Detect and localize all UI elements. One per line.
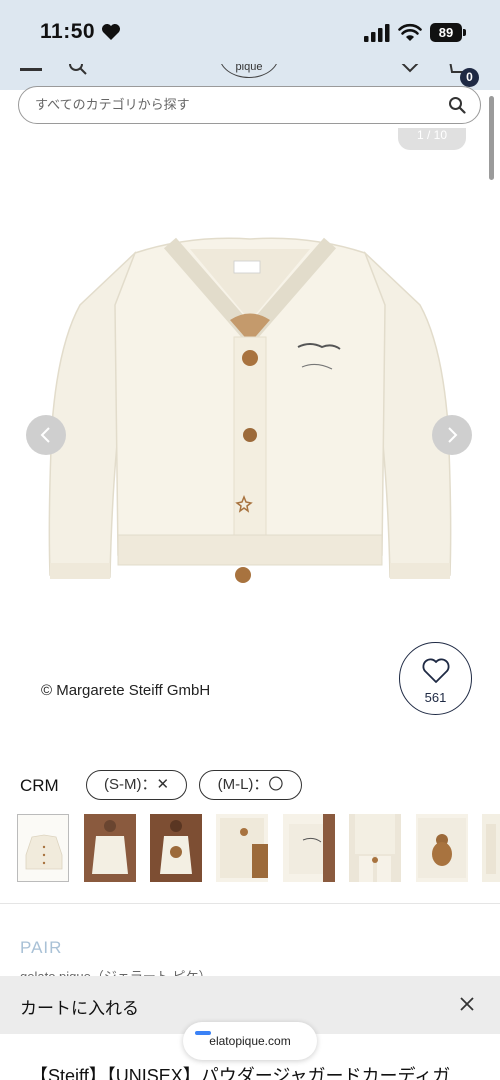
heart-icon xyxy=(422,658,450,683)
cart-count-badge: 0 xyxy=(460,68,479,87)
thumbnail-image xyxy=(84,814,136,882)
thumbnail[interactable] xyxy=(150,814,202,882)
add-to-cart-label[interactable]: カートに入れる xyxy=(20,994,139,1019)
thumbnail-image xyxy=(216,814,268,882)
thumbnail[interactable] xyxy=(283,814,335,882)
close-icon[interactable] xyxy=(459,996,475,1012)
browser-url: elatopique.com xyxy=(209,1034,291,1048)
battery-icon: 89 xyxy=(430,23,462,42)
cell-signal-icon xyxy=(364,24,390,42)
pair-heading: PAIR xyxy=(20,938,63,957)
thumbnail[interactable] xyxy=(84,814,136,882)
favorite-count: 561 xyxy=(424,690,447,705)
thumbnail[interactable] xyxy=(216,814,268,882)
chevron-left-icon xyxy=(40,427,50,443)
thumbnail-image xyxy=(416,814,468,882)
product-title: 【Steiff】【UNISEX】パウダージャガードカーディガ xyxy=(30,1066,451,1080)
battery-tip xyxy=(463,29,466,36)
section-divider xyxy=(0,903,500,904)
search-bar xyxy=(18,86,481,124)
page-scrollbar[interactable] xyxy=(489,96,494,180)
site-logo-text: pique xyxy=(235,64,263,73)
site-logo[interactable]: pique xyxy=(219,64,279,78)
copyright-text: © Margarete Steiff GmbH xyxy=(41,682,211,699)
status-bar: 11:50 89 xyxy=(0,0,500,64)
gallery-prev-button[interactable] xyxy=(26,415,66,455)
thumbnail-image xyxy=(349,814,401,882)
cardigan-illustration xyxy=(48,237,452,583)
thumbnail-image xyxy=(150,814,202,882)
heart-status-icon xyxy=(102,24,120,40)
status-time: 11:50 xyxy=(40,20,96,43)
url-loading-indicator xyxy=(195,1031,211,1035)
thumbnail[interactable] xyxy=(482,814,500,882)
size-option-m-l[interactable]: (M-L)：〇 xyxy=(199,770,302,800)
thumbnail[interactable] xyxy=(349,814,401,882)
gallery-counter: 1 / 10 xyxy=(398,128,466,150)
product-image[interactable] xyxy=(40,225,460,605)
search-icon[interactable] xyxy=(448,96,466,114)
thumbnail-image xyxy=(18,815,68,881)
menu-icon[interactable] xyxy=(20,68,42,71)
browser-url-bar[interactable]: elatopique.com xyxy=(183,1022,317,1060)
chevron-right-icon xyxy=(448,427,458,443)
wifi-icon xyxy=(398,23,422,41)
pair-subtitle: gelato pique（ジェラート ピケ） xyxy=(20,966,211,976)
color-label: CRM xyxy=(20,776,59,795)
thumbnail-image xyxy=(482,814,500,882)
thumbnail[interactable] xyxy=(17,814,69,882)
chevron-down-icon[interactable] xyxy=(399,64,421,74)
header-search-icon[interactable] xyxy=(68,64,88,76)
size-option-s-m[interactable]: (S-M)：✕ xyxy=(86,770,187,800)
search-input[interactable] xyxy=(35,93,435,117)
thumbnail[interactable] xyxy=(416,814,468,882)
thumbnail-image xyxy=(283,814,335,882)
favorite-button[interactable]: 561 xyxy=(399,642,472,715)
gallery-next-button[interactable] xyxy=(432,415,472,455)
